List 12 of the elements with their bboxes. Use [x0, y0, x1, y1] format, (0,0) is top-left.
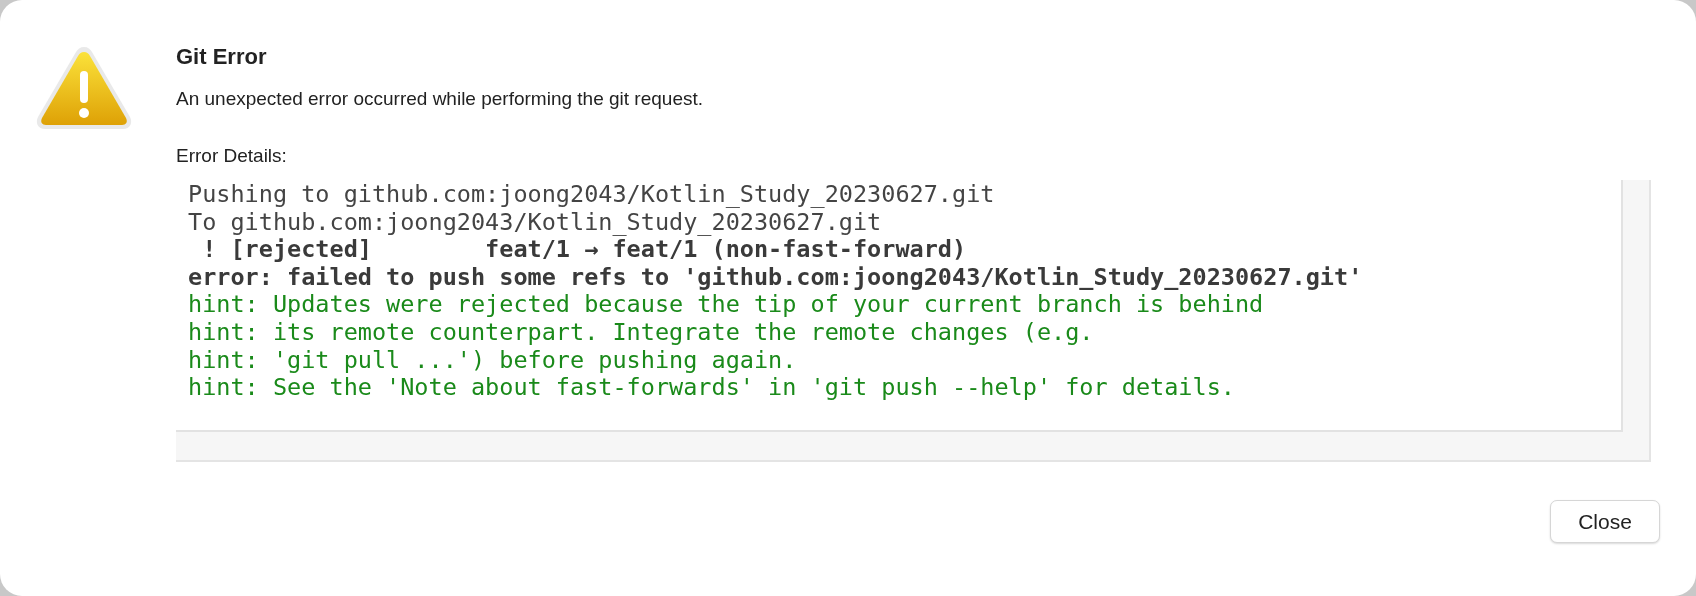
log-line: error: failed to push some refs to 'github.com:joong2043/Kotlin_Study_20230627.git': [188, 263, 1364, 292]
details-label: Error Details:: [176, 145, 288, 167]
error-message: An unexpected error occurred while performing the git request.: [176, 88, 704, 110]
log-line: To github.com:joong2043/Kotlin_Study_20230627.git: [188, 208, 882, 237]
log-line: Pushing to github.com:joong2043/Kotlin_Study_20230627.git: [188, 181, 996, 209]
log-line: hint: its remote counterpart. Integrate the remote changes (e.g.: [188, 318, 1095, 347]
log-line: ! [rejected] feat/1 → feat/1 (non-fast-forward): [201, 236, 968, 264]
log-line: hint: See the 'Note about fast-forwards' in 'git push --help' for details.: [188, 374, 1236, 402]
close-button[interactable]: Close: [1550, 500, 1660, 543]
log-line: hint: Updates were rejected because the tip of your current branch is behind: [188, 291, 1265, 319]
dialog-title: Git Error: [176, 44, 268, 71]
log-line: hint: 'git pull ...') before pushing again.: [188, 346, 798, 375]
